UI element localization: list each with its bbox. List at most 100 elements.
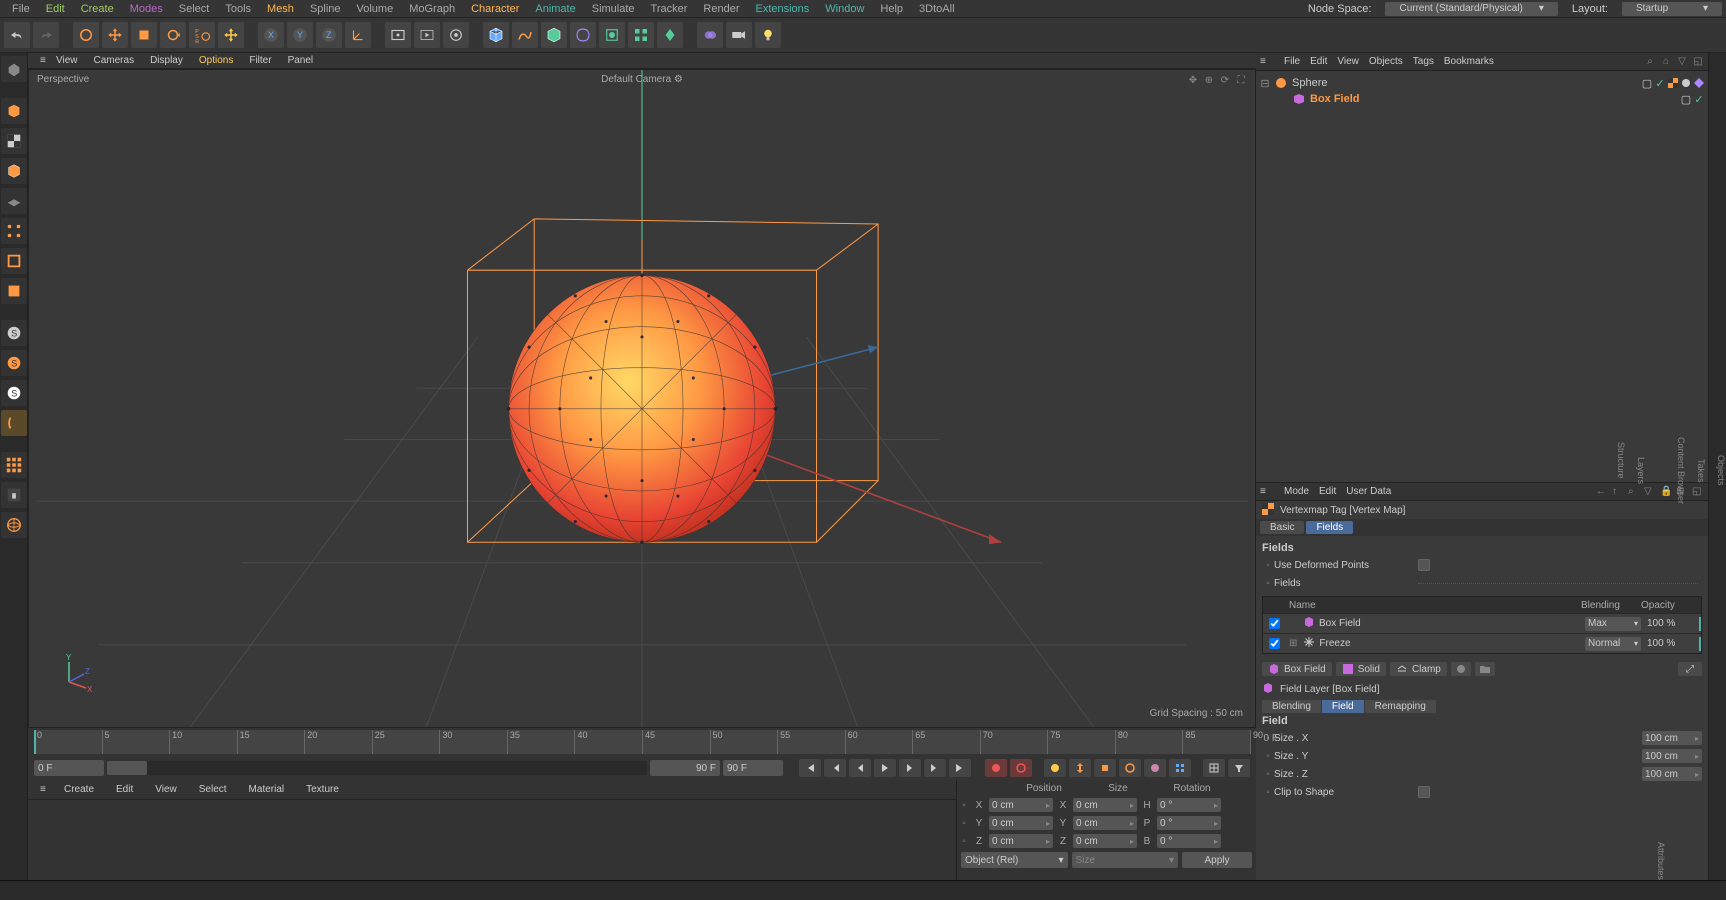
size-z-input[interactable]: 100 cm▸ — [1642, 767, 1702, 781]
field-enable-checkbox[interactable] — [1269, 618, 1280, 629]
fieldlayer-tab-blending[interactable]: Blending — [1262, 700, 1321, 713]
layout-select[interactable]: Startup▾ — [1622, 2, 1722, 16]
scale-tool[interactable] — [131, 22, 157, 48]
camera-button[interactable] — [726, 22, 752, 48]
matman-texture[interactable]: Texture — [300, 784, 345, 795]
field-enable-checkbox[interactable] — [1269, 638, 1280, 649]
snap-toggle-2[interactable]: S — [1, 350, 27, 376]
matman-create[interactable]: Create — [58, 784, 100, 795]
coords-apply-button[interactable]: Apply — [1182, 852, 1252, 868]
menu-edit[interactable]: Edit — [38, 3, 73, 15]
z-axis-toggle[interactable]: Z — [316, 22, 342, 48]
matman-edit[interactable]: Edit — [110, 784, 139, 795]
key-pos-toggle[interactable] — [1069, 759, 1091, 777]
key-scale-toggle[interactable] — [1094, 759, 1116, 777]
field-more-button[interactable] — [1451, 662, 1471, 676]
objman-filter-icon[interactable]: ▽ — [1676, 56, 1688, 68]
coords-y-size[interactable]: 0 cm▸ — [1073, 816, 1137, 830]
attr-tab-basic[interactable]: Basic — [1260, 521, 1304, 534]
attrman-userdata[interactable]: User Data — [1346, 486, 1391, 497]
menu-file[interactable]: File — [4, 3, 38, 15]
matman-view[interactable]: View — [149, 784, 183, 795]
keyframe-sel-button[interactable] — [1044, 759, 1066, 777]
add-boxfield-button[interactable]: Box Field — [1262, 662, 1332, 676]
sidetab-attributes[interactable]: Attributes — [1656, 842, 1666, 880]
coords-z-size[interactable]: 0 cm▸ — [1073, 834, 1137, 848]
objman-tags[interactable]: Tags — [1413, 56, 1434, 67]
obj-name-boxfield[interactable]: Box Field — [1310, 93, 1360, 105]
matman-select[interactable]: Select — [193, 784, 233, 795]
menu-create[interactable]: Create — [73, 3, 122, 15]
viewport-menu-icon[interactable]: ≡ — [32, 55, 48, 66]
vertexmap-tag-icon[interactable] — [1668, 78, 1678, 88]
autokey-button[interactable] — [1010, 759, 1032, 777]
snap-settings[interactable] — [1, 410, 27, 436]
effector-button[interactable] — [657, 22, 683, 48]
coords-size-select[interactable]: Size▾ — [1072, 852, 1179, 868]
attrman-mode[interactable]: Mode — [1284, 486, 1309, 497]
time-end-field[interactable]: 90 F — [650, 760, 720, 776]
menu-volume[interactable]: Volume — [349, 3, 402, 15]
attrman-menu-icon[interactable]: ≡ — [1260, 486, 1274, 497]
use-deformed-checkbox[interactable] — [1418, 559, 1430, 571]
menu-tracker[interactable]: Tracker — [643, 3, 696, 15]
clip-checkbox[interactable] — [1418, 786, 1430, 798]
timeline-playhead[interactable] — [34, 730, 36, 754]
layer-toggle-icon[interactable]: ▢ — [1681, 94, 1691, 104]
texture-mode[interactable] — [1, 128, 27, 154]
menu-render[interactable]: Render — [695, 3, 747, 15]
menu-window[interactable]: Window — [817, 3, 872, 15]
visible-editor-toggle[interactable]: ✓ — [1694, 94, 1704, 104]
objman-file[interactable]: File — [1284, 56, 1300, 67]
menu-animate[interactable]: Animate — [527, 3, 583, 15]
field-blend-select[interactable]: Max▾ — [1585, 617, 1641, 631]
field-folder-button[interactable] — [1475, 662, 1495, 676]
record-button[interactable] — [985, 759, 1007, 777]
attr-back-icon[interactable]: ← — [1596, 486, 1608, 498]
snap-toggle[interactable]: S — [1, 320, 27, 346]
coords-h-rot[interactable]: 0 °▸ — [1157, 798, 1221, 812]
objman-bookmarks[interactable]: Bookmarks — [1444, 56, 1494, 67]
recent-tool[interactable] — [218, 22, 244, 48]
coords-x-pos[interactable]: 0 cm▸ — [989, 798, 1053, 812]
time-start-field[interactable]: 0 F — [34, 760, 104, 776]
coord-system-toggle[interactable] — [345, 22, 371, 48]
goto-end-button[interactable] — [949, 759, 971, 777]
coords-y-pos[interactable]: 0 cm▸ — [989, 816, 1053, 830]
redo-button[interactable] — [33, 22, 59, 48]
light-button[interactable] — [755, 22, 781, 48]
x-axis-toggle[interactable]: X — [258, 22, 284, 48]
locked-workplane[interactable] — [1, 482, 27, 508]
timeline-ruler[interactable]: 051015202530354045505560657075808590 0 F — [34, 730, 1250, 754]
field-tag-icon[interactable] — [1694, 78, 1704, 88]
render-settings-button[interactable] — [443, 22, 469, 48]
sidetab-structure[interactable]: Structure — [1616, 442, 1626, 479]
field-opacity-value[interactable]: 100 % — [1643, 618, 1699, 629]
visible-editor-toggle[interactable]: ✓ — [1655, 78, 1665, 88]
vp-menu-cameras[interactable]: Cameras — [86, 55, 143, 66]
vp-menu-options[interactable]: Options — [191, 55, 241, 66]
render-view-button[interactable] — [385, 22, 411, 48]
objman-maximize-icon[interactable]: ◱ — [1692, 56, 1704, 68]
fieldlayer-tab-remap[interactable]: Remapping — [1365, 700, 1436, 713]
viewport[interactable]: Perspective Default Camera ⚙ ✥ ⊕ ⟳ ⛶ — [28, 69, 1256, 728]
objman-objects[interactable]: Objects — [1369, 56, 1403, 67]
rotate-tool[interactable] — [160, 22, 186, 48]
render-pv-button[interactable] — [414, 22, 440, 48]
vp-menu-filter[interactable]: Filter — [241, 55, 279, 66]
field-button[interactable] — [599, 22, 625, 48]
polygon-mode[interactable] — [1, 278, 27, 304]
make-editable-button[interactable] — [1, 56, 27, 82]
objman-search-icon[interactable]: ⌕ — [1644, 56, 1656, 68]
menu-3dtoall[interactable]: 3DtoAll — [911, 3, 962, 15]
object-tree[interactable]: ⊟ Sphere ▢ ✓ Box — [1256, 71, 1708, 482]
sidetab-layers[interactable]: Layers — [1636, 457, 1646, 484]
matman-menu-icon[interactable]: ≡ — [34, 784, 48, 795]
coords-x-size[interactable]: 0 cm▸ — [1073, 798, 1137, 812]
attr-tab-fields[interactable]: Fields — [1306, 521, 1353, 534]
size-x-input[interactable]: 100 cm▸ — [1642, 731, 1702, 745]
vp-menu-panel[interactable]: Panel — [280, 55, 322, 66]
matman-material[interactable]: Material — [243, 784, 291, 795]
nodespace-select[interactable]: Current (Standard/Physical)▾ — [1385, 2, 1557, 16]
prev-key-button[interactable] — [824, 759, 846, 777]
